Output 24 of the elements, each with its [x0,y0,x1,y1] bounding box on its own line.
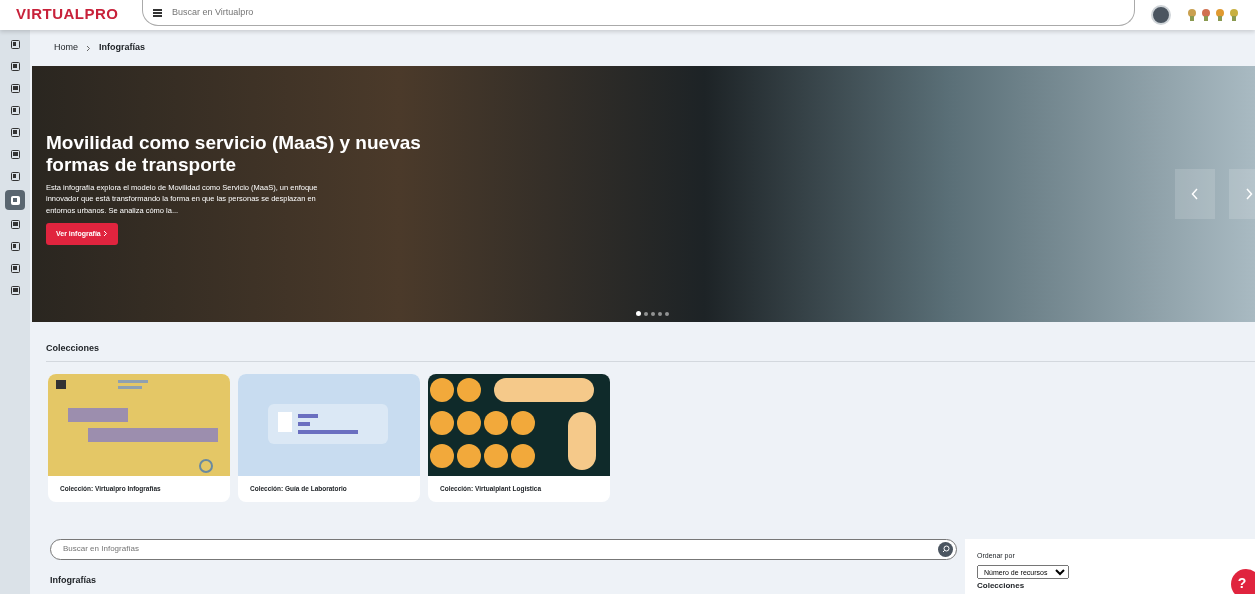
chevron-icon [86,44,91,52]
carousel-dot[interactable] [636,311,641,316]
badge-icon[interactable] [1201,9,1211,21]
menu-icon[interactable] [153,8,162,17]
logo[interactable]: VIRTUALPRO [16,5,126,21]
carousel-dot[interactable] [644,311,648,316]
search-bar[interactable]: Buscar en Virtualpro [142,0,1135,26]
carousel-dot[interactable] [651,311,655,316]
filter-heading: Colecciones [977,581,1026,590]
badge-icon[interactable] [1187,9,1197,21]
avatar[interactable] [1151,5,1171,25]
carousel-dot[interactable] [658,311,662,316]
search-button[interactable] [938,541,953,557]
search-icon[interactable] [941,545,950,553]
badge-icon[interactable] [1229,9,1239,21]
search-bar[interactable]: Buscar en Infografías [50,538,957,560]
sidebar-icon[interactable] [5,190,25,210]
breadcrumb-link[interactable]: Home [54,41,78,55]
badge-icon[interactable] [1215,9,1225,21]
section-heading: Infografías [50,573,97,587]
chevron-icon [102,229,108,237]
section-heading: Colecciones [46,342,1255,362]
hero-title: Movilidad como servicio (MaaS) y nuevas formas de transporte [46,132,422,176]
carousel-dot[interactable] [665,311,669,316]
